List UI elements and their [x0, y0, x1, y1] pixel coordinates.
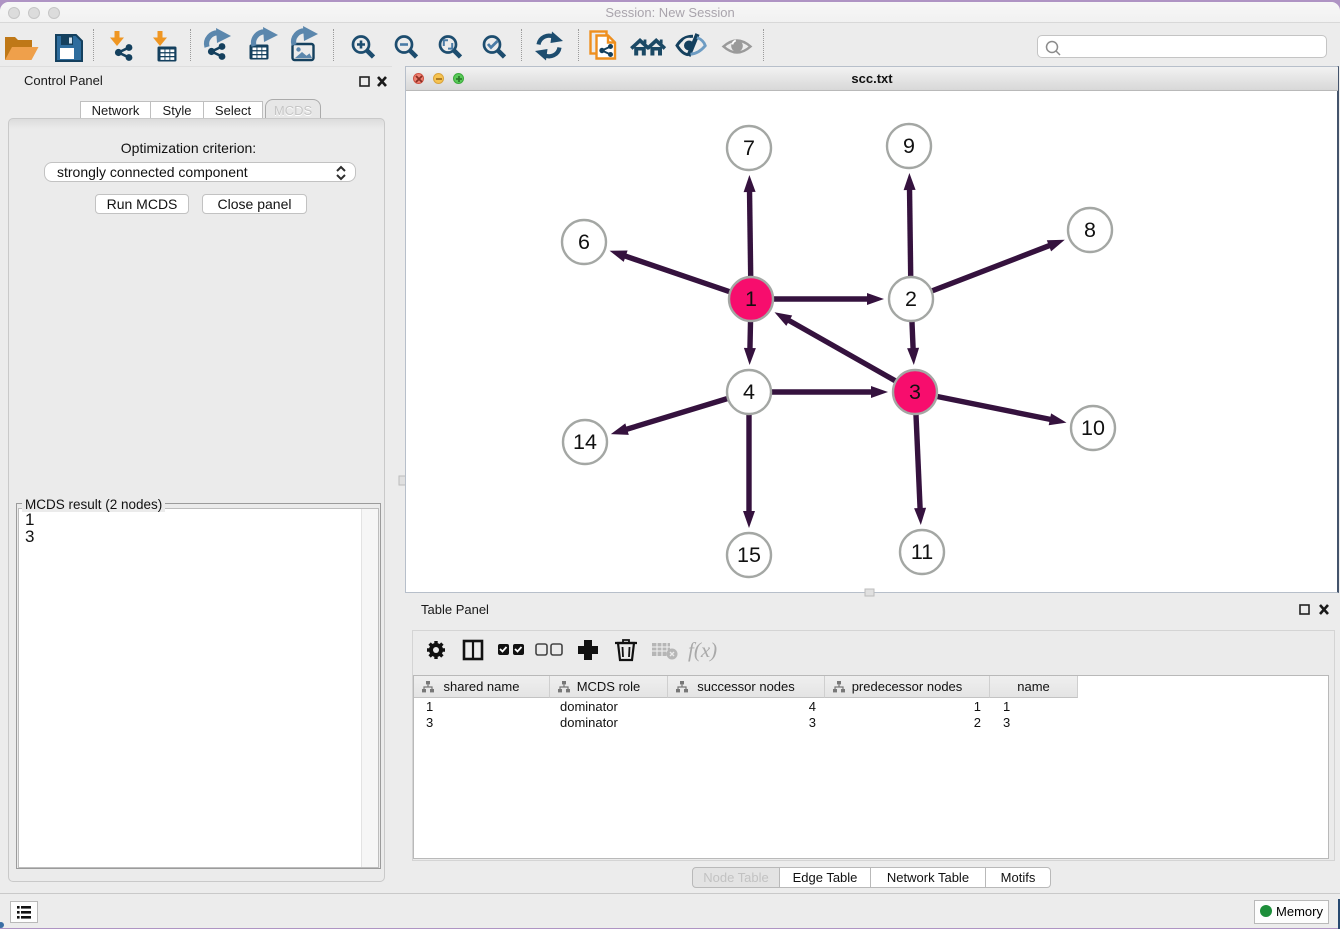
- svg-text:f(x): f(x): [688, 638, 717, 662]
- svg-text:1: 1: [745, 287, 757, 311]
- svg-text:6: 6: [578, 230, 590, 254]
- svg-text:7: 7: [743, 136, 755, 160]
- svg-text:15: 15: [737, 543, 761, 567]
- svg-text:10: 10: [1081, 416, 1105, 440]
- svg-text:8: 8: [1084, 218, 1096, 242]
- svg-text:4: 4: [743, 380, 755, 404]
- svg-text:3: 3: [909, 380, 921, 404]
- svg-text:9: 9: [903, 134, 915, 158]
- svg-text:2: 2: [905, 287, 917, 311]
- svg-text:14: 14: [573, 430, 597, 454]
- svg-text:11: 11: [911, 540, 933, 564]
